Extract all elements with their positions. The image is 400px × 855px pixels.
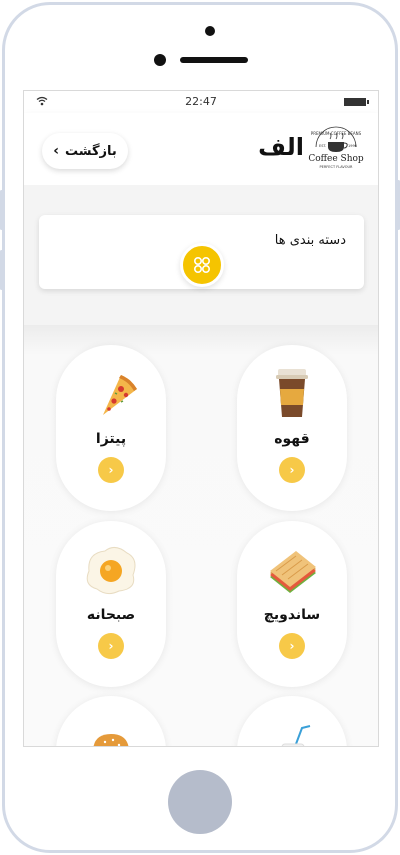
item-label: ساندویچ bbox=[263, 607, 321, 623]
home-button[interactable] bbox=[168, 770, 232, 834]
item-card-drink[interactable] bbox=[237, 696, 347, 746]
front-camera-icon bbox=[154, 54, 166, 66]
items-grid: پیتزا › قهوه › صبحانه › ساندویچ › bbox=[24, 325, 378, 746]
coffee-shop-logo: PREMIUM COFFEE BEANS EST. 1996 Coffee Sh… bbox=[308, 126, 364, 169]
side-button bbox=[0, 250, 3, 290]
chevron-right-icon[interactable]: › bbox=[98, 633, 124, 659]
item-label: صبحانه bbox=[86, 607, 136, 623]
grid-icon bbox=[193, 256, 211, 274]
item-label: پیتزا bbox=[95, 431, 127, 447]
app-screen: 22:47 بازگشت › الف PREMIUM COFFEE BEANS … bbox=[23, 90, 379, 747]
chevron-right-icon: › bbox=[53, 143, 59, 159]
battery-icon bbox=[344, 98, 369, 106]
chevron-right-icon[interactable]: › bbox=[98, 457, 124, 483]
drink-icon bbox=[281, 725, 311, 746]
header: بازگشت › الف PREMIUM COFFEE BEANS EST. 1… bbox=[24, 113, 378, 185]
logo-est: EST. bbox=[319, 144, 326, 148]
logo-year: 1996 bbox=[348, 144, 357, 148]
item-card-burger[interactable] bbox=[56, 696, 166, 746]
coffee-cup-icon bbox=[276, 369, 308, 417]
item-card-breakfast[interactable]: صبحانه › bbox=[56, 521, 166, 687]
item-card-coffee[interactable]: قهوه › bbox=[237, 345, 347, 511]
status-bar: 22:47 bbox=[24, 91, 378, 113]
logo-sub: PERFECT FLAVOUR bbox=[320, 165, 354, 169]
speaker-grille bbox=[180, 57, 248, 63]
back-button-label: بازگشت bbox=[65, 143, 117, 159]
logo-text: Coffee Shop bbox=[308, 154, 364, 164]
camera-icon bbox=[205, 26, 215, 36]
categories-grid-button[interactable] bbox=[180, 243, 224, 287]
side-button bbox=[0, 190, 3, 230]
category-title: دسته بندی ها bbox=[274, 233, 346, 248]
status-time: 22:47 bbox=[185, 95, 217, 108]
chevron-right-icon[interactable]: › bbox=[279, 633, 305, 659]
chevron-right-icon[interactable]: › bbox=[279, 457, 305, 483]
category-section: دسته بندی ها bbox=[24, 185, 378, 325]
item-card-pizza[interactable]: پیتزا › bbox=[56, 345, 166, 511]
page-title: الف bbox=[258, 133, 304, 161]
back-button[interactable]: بازگشت › bbox=[42, 133, 128, 169]
burger-icon bbox=[93, 734, 129, 746]
item-label: قهوه bbox=[274, 431, 310, 447]
sandwich-icon bbox=[270, 551, 316, 593]
pizza-icon bbox=[103, 375, 137, 415]
fried-egg-icon bbox=[86, 547, 136, 595]
item-card-sandwich[interactable]: ساندویچ › bbox=[237, 521, 347, 687]
